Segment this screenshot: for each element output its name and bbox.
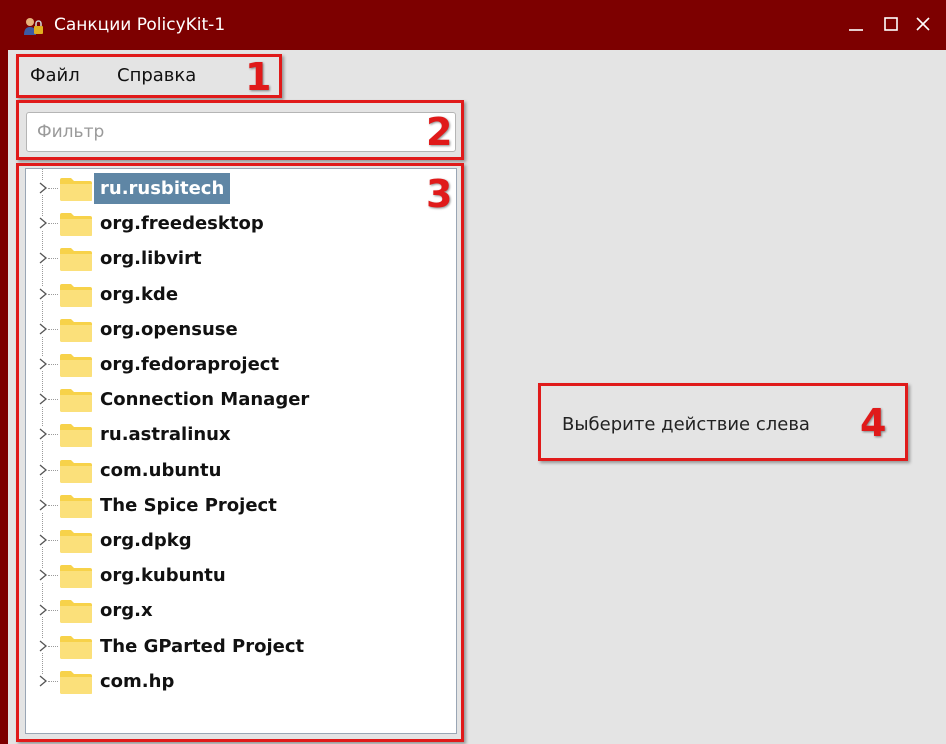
title-bar[interactable]: Санкции PolicyKit-1 (0, 0, 946, 50)
minimize-icon[interactable] (845, 13, 867, 35)
annotation-box-1 (16, 54, 282, 98)
annotation-number-1: 1 (245, 55, 272, 99)
window-frame-left (0, 50, 8, 744)
window-title: Санкции PolicyKit-1 (54, 15, 226, 35)
annotation-number-4: 4 (860, 401, 887, 445)
annotation-box-3 (16, 163, 464, 742)
annotation-number-2: 2 (426, 110, 453, 154)
annotation-box-2 (16, 100, 464, 160)
policykit-user-lock-icon (24, 18, 43, 35)
annotation-number-3: 3 (426, 172, 453, 216)
close-icon[interactable] (912, 13, 934, 35)
maximize-icon[interactable] (880, 13, 902, 35)
annotation-box-4 (538, 383, 908, 461)
